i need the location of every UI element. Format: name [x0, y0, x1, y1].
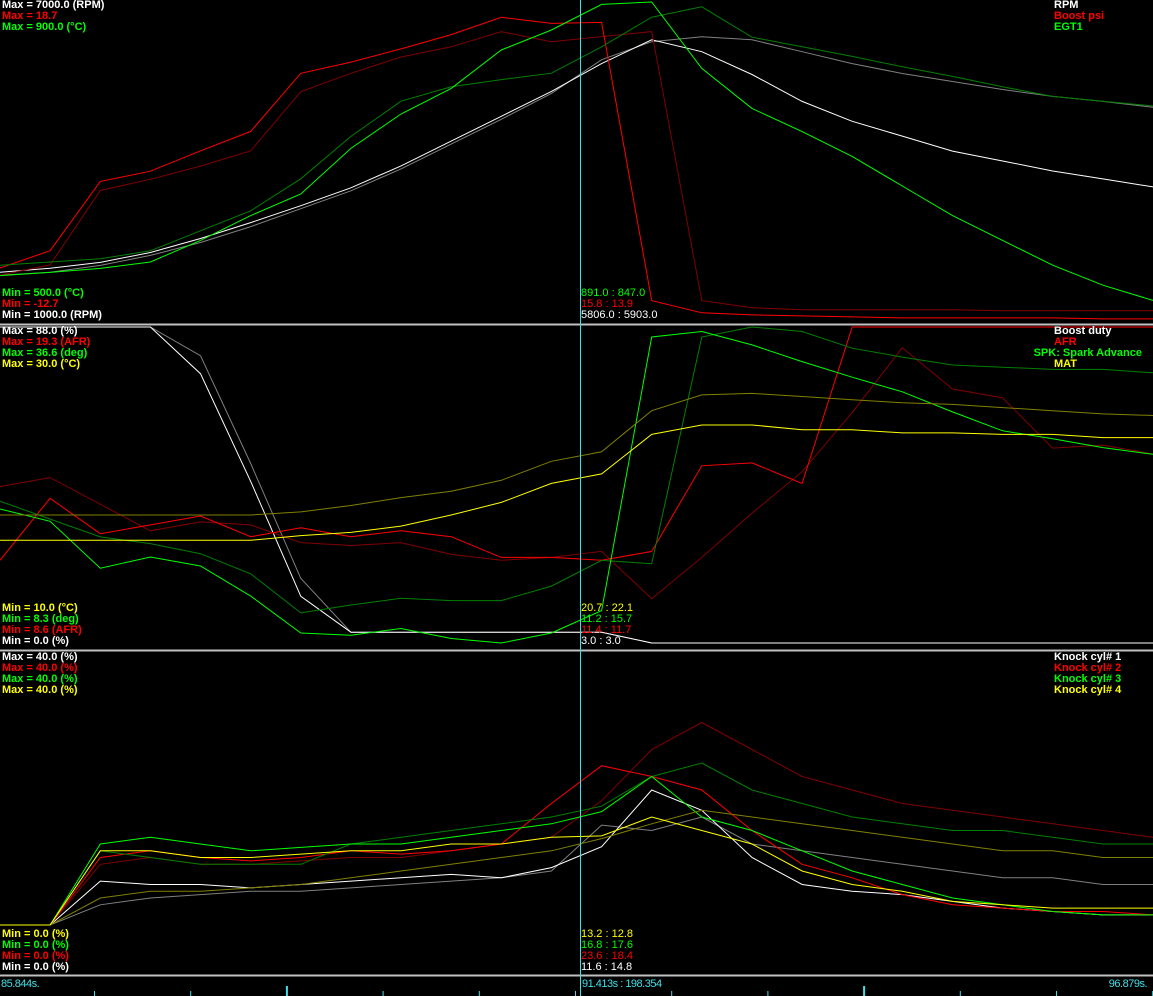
series-line-compare-knock-cyl-1: [0, 816, 1153, 926]
time-axis-start-label: 85.844s.: [1, 978, 40, 990]
series-line-primary-egt1: [0, 1, 1153, 301]
series-line-primary-knock-cyl-3: [0, 775, 1153, 926]
series-min-label: Min = -12.7: [2, 298, 59, 310]
series-line-primary-boost-psi: [0, 16, 1153, 320]
time-cursor-label: 91.413s : 198.354: [582, 978, 662, 990]
cursor-readout: 20.7 : 22.1: [581, 602, 633, 614]
series-min-label: Min = 1000.0 (RPM): [2, 309, 102, 321]
series-min-label: Min = 500.0 (°C): [2, 287, 84, 299]
cursor-readout: 13.2 : 12.8: [581, 928, 633, 940]
series-line-primary-mat: [0, 424, 1153, 541]
cursor-readout: 15.8 : 13.9: [581, 298, 633, 310]
series-line-compare-egt1: [0, 6, 1153, 266]
series-min-label: Min = 8.3 (deg): [2, 613, 79, 625]
legend-item[interactable]: MAT: [1054, 359, 1077, 370]
series-line-compare-spk-spark-advance: [0, 326, 1153, 614]
cursor-readout: 16.8 : 17.6: [581, 939, 633, 951]
series-line-primary-knock-cyl-2: [0, 765, 1153, 926]
series-line-primary-afr: [0, 326, 1153, 561]
series-min-label: Min = 0.0 (%): [2, 961, 69, 973]
series-min-label: Min = 0.0 (%): [2, 950, 69, 962]
series-min-label: Min = 0.0 (%): [2, 928, 69, 940]
cursor-readout: 11.4 : 11.7: [581, 624, 632, 636]
series-line-compare-knock-cyl-2: [0, 721, 1153, 926]
series-line-compare-boost-duty: [0, 326, 1153, 644]
cursor-readout: 891.0 : 847.0: [581, 287, 646, 299]
legend-item[interactable]: SPK: Spark Advance: [1034, 348, 1142, 359]
cursor-readout: 5806.0 : 5903.0: [581, 309, 658, 321]
series-line-primary-spk-spark-advance: [0, 330, 1153, 644]
series-line-compare-knock-cyl-3: [0, 762, 1153, 926]
series-max-label: Max = 900.0 (°C): [2, 21, 87, 33]
series-lines: [0, 1, 1153, 926]
series-line-primary-rpm: [0, 39, 1153, 273]
cursor-readout: 11.6 : 14.8: [581, 961, 633, 973]
time-axis-end-label: 96.879s.: [1108, 978, 1148, 990]
legend-item[interactable]: EGT1: [1054, 22, 1083, 33]
series-min-label: Min = 10.0 (°C): [2, 602, 78, 614]
series-max-label: Max = 30.0 (°C): [2, 358, 81, 370]
series-line-compare-boost-psi: [0, 31, 1153, 312]
series-min-label: Min = 0.0 (%): [2, 635, 69, 647]
cursor-readout: 23.6 : 18.4: [581, 950, 633, 962]
legend-item[interactable]: Knock cyl# 4: [1054, 685, 1121, 696]
series-line-compare-mat: [0, 392, 1153, 516]
series-max-label: Max = 40.0 (%): [2, 684, 78, 696]
log-viewer-plot[interactable]: [0, 0, 1153, 996]
series-line-primary-knock-cyl-1: [0, 789, 1153, 926]
series-line-primary-boost-duty: [0, 326, 1153, 644]
series-min-label: Min = 0.0 (%): [2, 939, 69, 951]
series-min-label: Min = 8.6 (AFR): [2, 624, 82, 636]
cursor-readout: 11.2 : 15.7: [581, 613, 633, 625]
cursor-readout: 3.0 : 3.0: [581, 635, 621, 647]
series-line-primary-knock-cyl-4: [0, 816, 1153, 926]
series-line-compare-knock-cyl-4: [0, 809, 1153, 926]
